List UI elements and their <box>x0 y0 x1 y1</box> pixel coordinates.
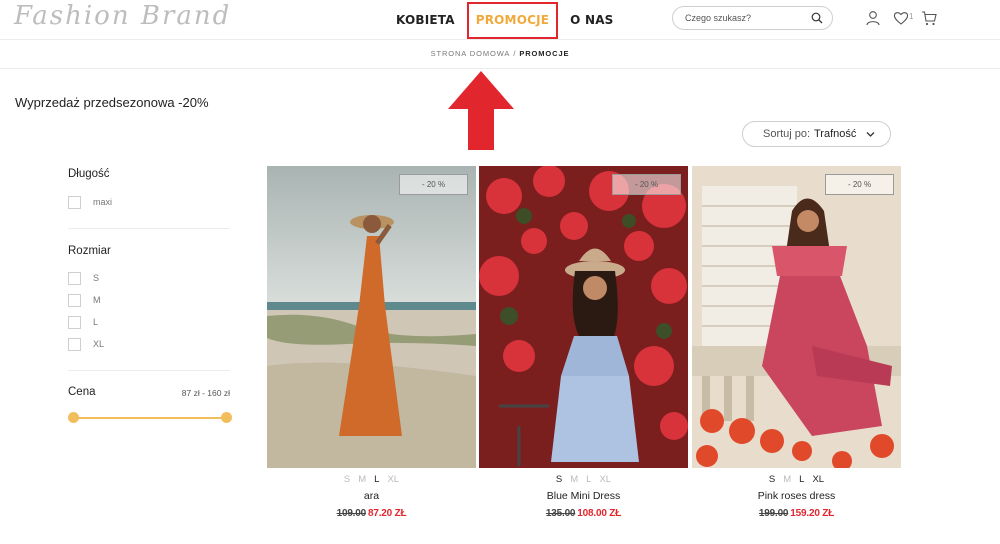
sort-value: Trafność <box>814 128 857 140</box>
discount-badge: - 20 % <box>825 174 894 195</box>
discount-badge: - 20 % <box>399 174 468 195</box>
site-header: Fashion Brand KOBIETA PROMOCJE O NAS 1 <box>0 0 1000 40</box>
checkbox[interactable] <box>68 195 81 209</box>
nav-item-promocje[interactable]: PROMOCJE <box>466 1 559 39</box>
size-option[interactable]: L <box>374 474 379 485</box>
search-box <box>672 6 833 30</box>
product-image[interactable] <box>692 166 901 468</box>
product-name[interactable]: Blue Mini Dress <box>479 490 688 502</box>
checkbox[interactable] <box>68 271 81 285</box>
filter-option-size-l[interactable]: L <box>68 315 98 329</box>
breadcrumb-current: PROMOCJE <box>519 49 570 58</box>
checkbox[interactable] <box>68 337 81 351</box>
size-option[interactable]: S <box>769 474 775 485</box>
product-name[interactable]: ara <box>267 490 476 502</box>
size-list: S M L XL <box>479 474 688 485</box>
brand-logo[interactable]: Fashion Brand <box>14 1 231 31</box>
filter-divider <box>68 370 230 371</box>
discount-badge: - 20 % <box>612 174 681 195</box>
product-price: 109.00 87.20 ZŁ <box>267 508 476 519</box>
filter-option-maxi[interactable]: maxi <box>68 195 112 209</box>
search-input[interactable] <box>685 11 805 25</box>
cart-icon[interactable] <box>921 10 937 26</box>
filter-option-label: XL <box>93 339 105 349</box>
checkbox[interactable] <box>68 293 81 307</box>
sort-label: Sortuj po: <box>763 128 811 140</box>
product-image[interactable] <box>267 166 476 468</box>
filter-option-size-m[interactable]: M <box>68 293 101 307</box>
product-price: 199.00 159.20 ZŁ <box>692 508 901 519</box>
filter-divider <box>68 228 230 229</box>
sort-dropdown[interactable]: Sortuj po: Trafność <box>742 121 891 147</box>
size-list: S M L XL <box>267 474 476 485</box>
size-option[interactable]: M <box>570 474 578 485</box>
nav-item-kobieta[interactable]: KOBIETA <box>390 13 461 27</box>
size-option[interactable]: XL <box>812 474 824 485</box>
page-title: Wyprzedaż przedsezonowa -20% <box>15 95 209 110</box>
filter-option-label: maxi <box>93 197 113 207</box>
search-icon[interactable] <box>811 12 823 24</box>
old-price: 109.00 <box>336 508 367 519</box>
sale-price: 159.20 ZŁ <box>790 508 835 519</box>
price-slider-max-handle[interactable] <box>221 412 232 423</box>
size-option[interactable]: XL <box>599 474 611 485</box>
sale-price: 87.20 ZŁ <box>367 508 407 519</box>
size-option[interactable]: L <box>799 474 804 485</box>
price-slider-track[interactable] <box>73 417 227 419</box>
size-list: S M L XL <box>692 474 901 485</box>
user-icon[interactable] <box>865 10 881 26</box>
breadcrumb-home[interactable]: STRONA DOMOWA <box>431 49 511 58</box>
price-range-text: 87 zł - 160 zł <box>181 388 230 398</box>
breadcrumb: STRONA DOMOWA / PROMOCJE <box>0 49 1000 58</box>
product-price: 135.00 108.00 ZŁ <box>479 508 688 519</box>
filter-option-label: M <box>93 295 101 305</box>
annotation-arrow <box>448 71 514 150</box>
size-option[interactable]: XL <box>387 474 399 485</box>
old-price: 199.00 <box>758 508 789 519</box>
filter-title-price: Cena <box>68 386 96 398</box>
chevron-down-icon <box>866 132 875 137</box>
filter-option-label: S <box>93 273 100 283</box>
product-image[interactable] <box>479 166 688 468</box>
size-option[interactable]: M <box>358 474 366 485</box>
filter-option-size-xl[interactable]: XL <box>68 337 104 351</box>
price-slider-min-handle[interactable] <box>68 412 79 423</box>
sale-price: 108.00 ZŁ <box>577 508 622 519</box>
old-price: 135.00 <box>545 508 576 519</box>
size-option[interactable]: S <box>556 474 562 485</box>
size-option[interactable]: M <box>783 474 791 485</box>
filter-option-label: L <box>93 317 99 327</box>
filter-option-size-s[interactable]: S <box>68 271 99 285</box>
heart-icon[interactable] <box>893 10 909 26</box>
breadcrumb-separator: / <box>513 49 517 58</box>
main-nav: KOBIETA PROMOCJE O NAS <box>390 0 620 40</box>
size-option[interactable]: L <box>586 474 591 485</box>
filter-title-size: Rozmiar <box>68 245 111 257</box>
nav-item-o-nas[interactable]: O NAS <box>564 13 619 27</box>
wishlist-count: 1 <box>909 12 914 21</box>
breadcrumb-divider <box>0 68 1000 69</box>
product-name[interactable]: Pink roses dress <box>692 490 901 502</box>
filter-title-length: Długość <box>68 168 110 180</box>
checkbox[interactable] <box>68 315 81 329</box>
size-option[interactable]: S <box>344 474 350 485</box>
